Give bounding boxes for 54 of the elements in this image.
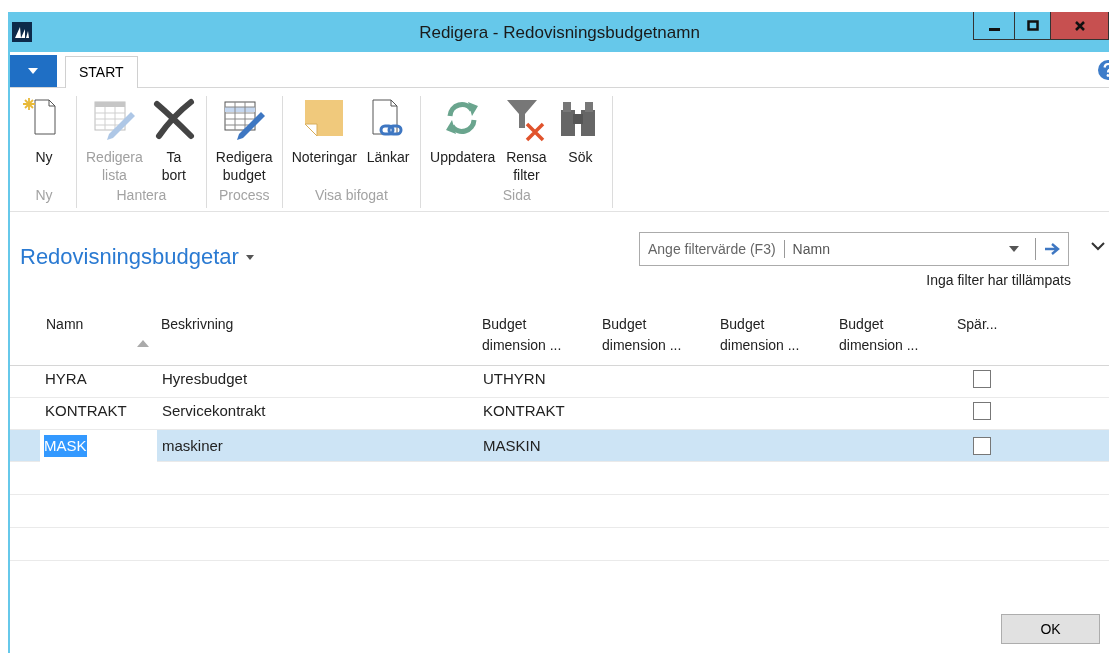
table-cell: MASKIN (483, 436, 541, 454)
expand-chevron-icon[interactable] (1091, 242, 1105, 251)
table-cell: HYRA (45, 370, 87, 388)
ribbon-button[interactable]: Ny (18, 96, 70, 185)
ribbon-button[interactable]: Uppdatera (427, 96, 499, 185)
checkbox[interactable] (973, 370, 991, 389)
column-header[interactable]: Spär... (953, 314, 1109, 365)
column-header[interactable]: Namn (40, 314, 157, 365)
ribbon-button[interactable]: Rensa filter (500, 96, 553, 185)
table-row[interactable]: MASK maskiner MASKIN (10, 430, 1109, 462)
ribbon-button[interactable]: Länkar (362, 96, 415, 185)
column-header[interactable]: Beskrivning (157, 314, 478, 365)
filter-field[interactable]: Ange filtervärde (F3) (640, 240, 785, 258)
app-logo-icon (12, 22, 32, 42)
table-cell: MASK (44, 434, 87, 458)
ribbon-button[interactable]: Redigera budget (212, 96, 276, 185)
table-cell: KONTRAKT (45, 402, 127, 420)
arrow-icon (1044, 243, 1060, 255)
group-label: Sida (502, 186, 531, 205)
group-label: Visa bifogat (314, 186, 388, 205)
filter-status: Inga filter har tillämpats (926, 272, 1071, 288)
close-button[interactable] (1051, 12, 1109, 40)
column-header[interactable]: Budget dimension ... (478, 314, 598, 365)
column-header[interactable]: Budget dimension ... (835, 314, 953, 365)
maximize-button[interactable] (1015, 12, 1051, 40)
ok-button[interactable]: OK (1001, 614, 1100, 644)
table-cell: maskiner (162, 436, 223, 454)
minimize-icon (988, 28, 1000, 31)
page-title: Redovisningsbudgetar (20, 243, 239, 271)
checkbox[interactable] (973, 437, 991, 455)
dropdown-caret-icon (1009, 246, 1019, 252)
sort-ascending-icon (137, 340, 149, 347)
group-label: Ny (35, 186, 53, 205)
caret-icon (26, 67, 39, 75)
window-title: Redigera - Redovisningsbudgetnamn (419, 23, 700, 42)
column-header[interactable]: Budget dimension ... (598, 314, 716, 365)
table-cell: UTHYRN (483, 370, 546, 388)
table-cell: Hyresbudget (162, 370, 248, 388)
ribbon-tab[interactable]: START (65, 56, 138, 88)
maximize-icon (1025, 18, 1040, 33)
group-label: Process (218, 186, 270, 205)
ribbon-button[interactable]: Ta bort (147, 96, 200, 185)
ribbon-button[interactable]: Sök (554, 96, 607, 185)
column-header[interactable]: Budget dimension ... (716, 314, 835, 365)
caret-icon[interactable] (245, 255, 254, 260)
checkbox[interactable] (973, 402, 991, 421)
group-label: Hantera (116, 186, 167, 205)
table-cell: KONTRAKT (483, 402, 565, 420)
table-row[interactable]: HYRA Hyresbudget UTHYRN (10, 366, 1109, 398)
close-icon (1072, 18, 1087, 33)
table-cell: Servicekontrakt (162, 402, 266, 420)
filter-column-dropdown[interactable]: Namn (784, 237, 1035, 261)
minimize-button[interactable] (973, 12, 1015, 40)
ribbon-button[interactable]: Noteringar (288, 96, 361, 185)
